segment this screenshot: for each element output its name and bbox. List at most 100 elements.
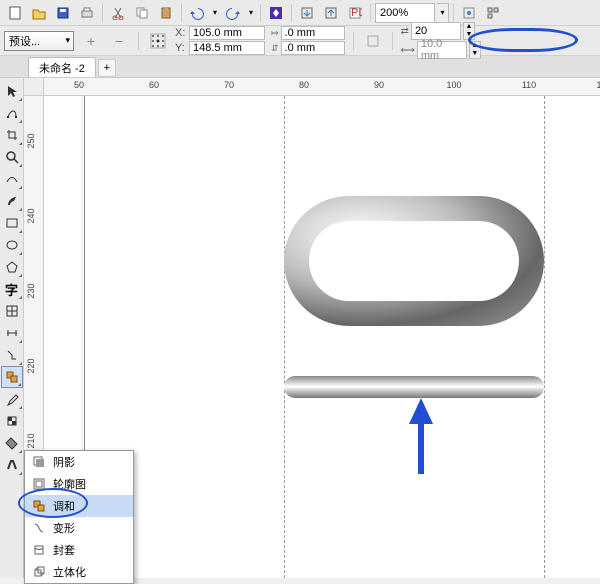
import-button[interactable] xyxy=(296,2,318,24)
publish-pdf-button[interactable]: PDF xyxy=(344,2,366,24)
svg-text:PDF: PDF xyxy=(351,7,362,19)
flyout-item-blend[interactable]: 调和 xyxy=(25,495,133,517)
flyout-label: 变形 xyxy=(53,520,75,536)
paste-button[interactable] xyxy=(155,2,177,24)
polygon-tool[interactable] xyxy=(1,256,23,278)
remove-preset-button[interactable]: − xyxy=(108,30,130,52)
save-button[interactable] xyxy=(52,2,74,24)
zoom-tool[interactable] xyxy=(1,146,23,168)
corel-button[interactable] xyxy=(265,2,287,24)
print-button[interactable] xyxy=(76,2,98,24)
redo-dropdown[interactable]: ▾ xyxy=(246,2,256,24)
flyout-label: 调和 xyxy=(53,498,75,514)
pick-tool[interactable] xyxy=(1,80,23,102)
blend-icon xyxy=(31,498,47,514)
ruler-v-tick: 250 xyxy=(26,134,36,149)
preset-dropdown[interactable]: 预设... xyxy=(4,31,74,51)
undo-dropdown[interactable]: ▾ xyxy=(210,2,220,24)
freehand-tool[interactable] xyxy=(1,168,23,190)
add-preset-button[interactable]: + xyxy=(80,30,102,52)
bar-object[interactable] xyxy=(284,376,544,398)
envelope-icon xyxy=(31,542,47,558)
flyout-label: 封套 xyxy=(53,542,75,558)
position-group: X:105.0 mm Y:148.5 mm xyxy=(175,26,265,55)
ruler-v-tick: 220 xyxy=(26,359,36,374)
flyout-item-contour[interactable]: 轮廓图 xyxy=(25,473,133,495)
dimension-tool[interactable] xyxy=(1,322,23,344)
interactive-effects-tool[interactable] xyxy=(1,366,23,388)
flyout-item-distort[interactable]: 变形 xyxy=(25,517,133,539)
size-group: ↦.0 mm ⇵.0 mm xyxy=(271,26,345,55)
x-label: X: xyxy=(175,27,187,39)
zoom-level-field[interactable]: 200% xyxy=(375,3,435,23)
ruler-v-tick: 210 xyxy=(26,434,36,449)
ruler-h-tick: 110 xyxy=(522,80,536,90)
guide-left[interactable] xyxy=(284,96,285,578)
main-toolbar: ▾ ▾ PDF 200% ▾ xyxy=(0,0,600,26)
options-button[interactable] xyxy=(482,2,504,24)
tab-label: 未命名 -2 xyxy=(39,60,85,76)
origin-picker[interactable] xyxy=(147,30,169,52)
distort-icon xyxy=(31,520,47,536)
width-field[interactable]: .0 mm xyxy=(281,26,345,40)
document-tab[interactable]: 未命名 -2 xyxy=(28,57,96,77)
blend-steps-group: ⇄ 20 ▲▼ ⟷ 10.0 mm ▲▼ xyxy=(401,22,481,59)
text-tool[interactable]: 字 xyxy=(1,278,23,300)
steps-icon: ⇄ xyxy=(401,26,409,37)
flyout-item-shadow[interactable]: 阴影 xyxy=(25,451,133,473)
ruler-h-tick: 60 xyxy=(149,80,159,90)
snap-button[interactable] xyxy=(458,2,480,24)
height-field[interactable]: .0 mm xyxy=(281,41,345,55)
x-position-field[interactable]: 105.0 mm xyxy=(189,26,265,40)
undo-button[interactable] xyxy=(186,2,208,24)
toolbox: 字 xyxy=(0,78,24,578)
property-bar: 预设... + − X:105.0 mm Y:148.5 mm ↦.0 mm ⇵… xyxy=(0,26,600,56)
effects-tool-flyout: 阴影 轮廓图 调和 变形 封套 立体化 xyxy=(24,450,134,584)
table-tool[interactable] xyxy=(1,300,23,322)
flyout-item-envelope[interactable]: 封套 xyxy=(25,539,133,561)
new-doc-button[interactable] xyxy=(4,2,26,24)
guide-right[interactable] xyxy=(544,96,545,578)
artistic-media-tool[interactable] xyxy=(1,190,23,212)
ellipse-tool[interactable] xyxy=(1,234,23,256)
export-button[interactable] xyxy=(320,2,342,24)
connector-tool[interactable] xyxy=(1,344,23,366)
copy-button[interactable] xyxy=(131,2,153,24)
redo-button[interactable] xyxy=(222,2,244,24)
shape-tool[interactable] xyxy=(1,102,23,124)
steps-spinner[interactable]: ▲▼ xyxy=(463,22,475,40)
transparency-tool[interactable] xyxy=(1,410,23,432)
rectangle-tool[interactable] xyxy=(1,212,23,234)
spacing-spinner[interactable]: ▲▼ xyxy=(469,41,481,59)
flyout-label: 轮廓图 xyxy=(53,476,86,492)
cut-button[interactable] xyxy=(107,2,129,24)
ruler-h-tick: 80 xyxy=(299,80,309,90)
horizontal-ruler[interactable]: 50 60 70 80 90 100 110 120 xyxy=(44,78,600,96)
ruler-origin[interactable] xyxy=(24,78,44,96)
fill-tool[interactable] xyxy=(1,432,23,454)
annotation-arrow xyxy=(409,398,433,474)
blend-spacing-field[interactable]: 10.0 mm xyxy=(417,41,467,59)
outline-tool[interactable] xyxy=(1,454,23,476)
width-icon: ↦ xyxy=(271,28,279,39)
ruler-v-tick: 240 xyxy=(26,209,36,224)
open-button[interactable] xyxy=(28,2,50,24)
zoom-value: 200% xyxy=(380,7,408,19)
height-icon: ⇵ xyxy=(271,43,279,54)
ruler-h-tick: 90 xyxy=(374,80,384,90)
spacing-icon: ⟷ xyxy=(401,45,415,56)
contour-icon xyxy=(31,476,47,492)
zoom-dropdown[interactable]: ▾ xyxy=(437,3,449,23)
crop-tool[interactable] xyxy=(1,124,23,146)
ring-object-hole xyxy=(309,221,519,301)
flyout-item-extrude[interactable]: 立体化 xyxy=(25,561,133,583)
eyedropper-tool[interactable] xyxy=(1,388,23,410)
y-position-field[interactable]: 148.5 mm xyxy=(189,41,265,55)
ruler-h-tick: 120 xyxy=(596,80,600,90)
ruler-v-tick: 230 xyxy=(26,284,36,299)
document-tab-bar: 未命名 -2 + xyxy=(0,56,600,78)
ruler-h-tick: 50 xyxy=(74,80,84,90)
new-tab-button[interactable]: + xyxy=(98,59,116,77)
shadow-icon xyxy=(31,454,47,470)
blend-direction-button[interactable] xyxy=(362,30,384,52)
